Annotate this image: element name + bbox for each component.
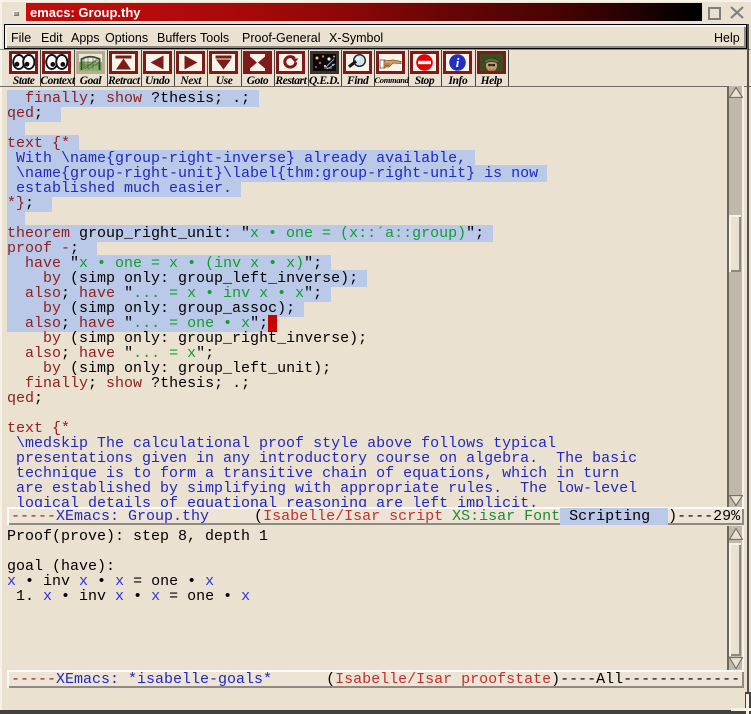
svg-text:i: i bbox=[456, 55, 460, 70]
